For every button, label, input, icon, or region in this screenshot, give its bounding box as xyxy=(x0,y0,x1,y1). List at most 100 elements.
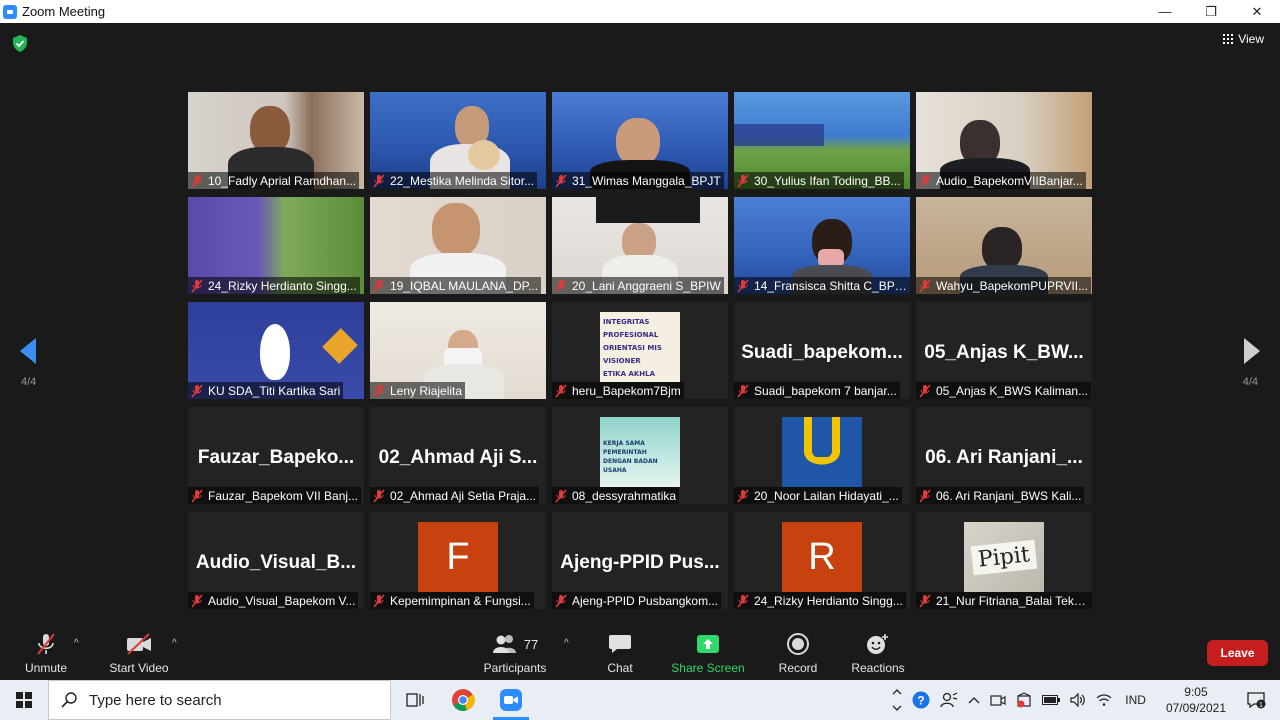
participant-name: 20_Noor Lailan Hidayati_... xyxy=(754,488,899,503)
participant-name: 14_Fransisca Shitta C_BPJ... xyxy=(754,278,907,293)
participant-nameplate: 14_Fransisca Shitta C_BPJ... xyxy=(734,277,910,294)
view-button[interactable]: View xyxy=(1223,32,1264,46)
meet-now-button[interactable] xyxy=(985,680,1011,720)
mic-muted-icon xyxy=(555,594,567,607)
notification-badge-icon xyxy=(1017,692,1031,708)
participant-name: 05_Anjas K_BWS Kaliman... xyxy=(936,383,1089,398)
leave-button[interactable]: Leave xyxy=(1207,640,1268,666)
reactions-button[interactable]: Reactions xyxy=(848,630,908,680)
participant-tile[interactable]: Audio_BapekomVIIBanjar... xyxy=(916,92,1092,189)
tray-scroll[interactable] xyxy=(887,680,907,720)
notifications-icon: 1 xyxy=(1247,692,1266,709)
zoom-taskbar-button[interactable] xyxy=(487,680,535,720)
gallery-grid: 10_Fadly Aprial Ramdhan... 22_Mestika Me… xyxy=(188,92,1092,613)
video-options-caret-icon[interactable]: ^ xyxy=(172,638,177,649)
close-button[interactable]: ✕ xyxy=(1234,0,1280,23)
participant-name: 20_Lani Anggraeni S_BPIW xyxy=(572,278,721,293)
participant-display-name: Audio_Visual_B... xyxy=(195,552,357,573)
participant-nameplate: heru_Bapekom7Bjm xyxy=(552,382,684,399)
help-button[interactable]: ? xyxy=(907,680,935,720)
minimize-button[interactable]: — xyxy=(1142,0,1188,23)
battery-tray-button[interactable] xyxy=(1037,680,1065,720)
share-screen-button[interactable]: Share Screen xyxy=(670,630,746,680)
audio-options-caret-icon[interactable]: ^ xyxy=(74,638,79,649)
people-tray-button[interactable] xyxy=(935,680,963,720)
unmute-button[interactable]: Unmute xyxy=(22,630,70,680)
participant-tile[interactable]: Fauzar_Bapeko... Fauzar_Bapekom VII Banj… xyxy=(188,407,364,504)
profile-text: VISIONER xyxy=(603,357,641,365)
clock-date: 07/09/2021 xyxy=(1165,701,1226,715)
participant-nameplate: 02_Ahmad Aji Setia Praja... xyxy=(370,487,540,504)
participants-button[interactable]: 77 Participants xyxy=(480,630,550,680)
participant-tile[interactable]: Suadi_bapekom... Suadi_bapekom 7 banjar.… xyxy=(734,302,910,399)
taskbar-search-box[interactable]: Type here to search xyxy=(48,680,391,720)
maximize-button[interactable]: ❐ xyxy=(1188,0,1234,23)
participant-tile[interactable]: 14_Fransisca Shitta C_BPJ... xyxy=(734,197,910,294)
participant-nameplate: Ajeng-PPID Pusbangkom... xyxy=(552,592,722,609)
participant-tile[interactable]: Ajeng-PPID Pus... Ajeng-PPID Pusbangkom.… xyxy=(552,512,728,609)
participant-tile[interactable]: 06. Ari Ranjani_... 06. Ari Ranjani_BWS … xyxy=(916,407,1092,504)
participant-name: 22_Mestika Melinda Sitor... xyxy=(390,173,535,188)
participant-tile[interactable]: Audio_Visual_B... Audio_Visual_Bapekom V… xyxy=(188,512,364,609)
participant-name: 24_Rizky Herdianto Singg... xyxy=(208,278,357,293)
participant-tile[interactable]: 19_IQBAL MAULANA_DP... xyxy=(370,197,546,294)
participant-tile[interactable]: INTEGRITAS PROFESIONAL ORIENTASI MIS VIS… xyxy=(552,302,728,399)
start-button[interactable] xyxy=(0,680,48,720)
participant-tile[interactable]: 22_Mestika Melinda Sitor... xyxy=(370,92,546,189)
profile-text: PROFESIONAL xyxy=(603,331,659,339)
reactions-label: Reactions xyxy=(851,661,905,675)
participant-tile[interactable]: 02_Ahmad Aji S... 02_Ahmad Aji Setia Pra… xyxy=(370,407,546,504)
participant-name: 19_IQBAL MAULANA_DP... xyxy=(390,278,539,293)
profile-text: Pipit xyxy=(970,539,1038,575)
title-bar: Zoom Meeting — ❐ ✕ xyxy=(0,0,1280,23)
participant-tile[interactable]: KU SDA_Titi Kartika Sari xyxy=(188,302,364,399)
clock[interactable]: 9:05 07/09/2021 xyxy=(1154,684,1238,716)
chevron-up-icon xyxy=(968,697,980,704)
mic-muted-icon xyxy=(191,489,203,502)
input-language-button[interactable]: IND xyxy=(1117,680,1154,720)
help-icon: ? xyxy=(912,691,930,709)
participant-tile[interactable]: 24_Rizky Herdianto Singg... xyxy=(188,197,364,294)
chrome-taskbar-button[interactable] xyxy=(439,680,487,720)
participant-tile[interactable]: 30_Yulius Ifan Toding_BB... xyxy=(734,92,910,189)
record-button[interactable]: Record xyxy=(776,630,820,680)
participant-nameplate: Audio_BapekomVIIBanjar... xyxy=(916,172,1086,189)
action-center-button[interactable]: 1 xyxy=(1238,680,1280,720)
participant-tile[interactable]: 05_Anjas K_BW... 05_Anjas K_BWS Kaliman.… xyxy=(916,302,1092,399)
participant-nameplate: 20_Lani Anggraeni S_BPIW xyxy=(552,277,724,294)
participant-tile[interactable]: R 24_Rizky Herdianto Singg... xyxy=(734,512,910,609)
participant-tile[interactable]: Wahyu_BapekomPUPRVII... xyxy=(916,197,1092,294)
grid-icon xyxy=(1223,34,1234,44)
dropbox-tray-button[interactable] xyxy=(1011,680,1037,720)
mic-muted-icon xyxy=(373,489,385,502)
participant-tile[interactable]: 20_Lani Anggraeni S_BPIW xyxy=(552,197,728,294)
participant-tile[interactable]: KERJA SAMA PEMERINTAH DENGAN BADAN USAHA… xyxy=(552,407,728,504)
network-tray-button[interactable] xyxy=(1091,680,1117,720)
participant-tile[interactable]: 10_Fadly Aprial Ramdhan... xyxy=(188,92,364,189)
participant-tile[interactable]: F Kepemimpinan & Fungsi... xyxy=(370,512,546,609)
show-hidden-icons-button[interactable] xyxy=(963,680,985,720)
chrome-icon xyxy=(452,689,475,712)
record-label: Record xyxy=(778,661,818,675)
participant-tile[interactable]: Pipit 21_Nur Fitriana_Balai Teknik ... xyxy=(916,512,1092,609)
volume-tray-button[interactable] xyxy=(1065,680,1091,720)
chat-button[interactable]: Chat xyxy=(600,630,640,680)
view-label: View xyxy=(1238,32,1264,46)
previous-page-icon[interactable] xyxy=(16,336,40,366)
start-video-button[interactable]: Start Video xyxy=(104,630,174,680)
profile-text: KERJA SAMA PEMERINTAH xyxy=(603,440,647,456)
share-screen-label: Share Screen xyxy=(671,661,745,675)
task-view-button[interactable] xyxy=(391,680,439,720)
participants-options-caret-icon[interactable]: ^ xyxy=(564,638,569,649)
participant-tile[interactable]: 31_Wimas Manggala_BPJT xyxy=(552,92,728,189)
next-page-icon[interactable] xyxy=(1240,336,1264,366)
mic-muted-icon xyxy=(919,384,931,397)
encryption-shield-icon[interactable] xyxy=(12,35,28,52)
mic-muted-icon xyxy=(737,594,749,607)
zoom-app-icon xyxy=(3,4,17,19)
participant-tile[interactable]: Leny Riajelita xyxy=(370,302,546,399)
window-controls: — ❐ ✕ xyxy=(1142,0,1280,23)
meeting-toolbar: Unmute ^ Start Video ^ 77 Participants ^… xyxy=(0,630,1280,680)
participant-tile[interactable]: 20_Noor Lailan Hidayati_... xyxy=(734,407,910,504)
svg-text:?: ? xyxy=(918,694,925,708)
